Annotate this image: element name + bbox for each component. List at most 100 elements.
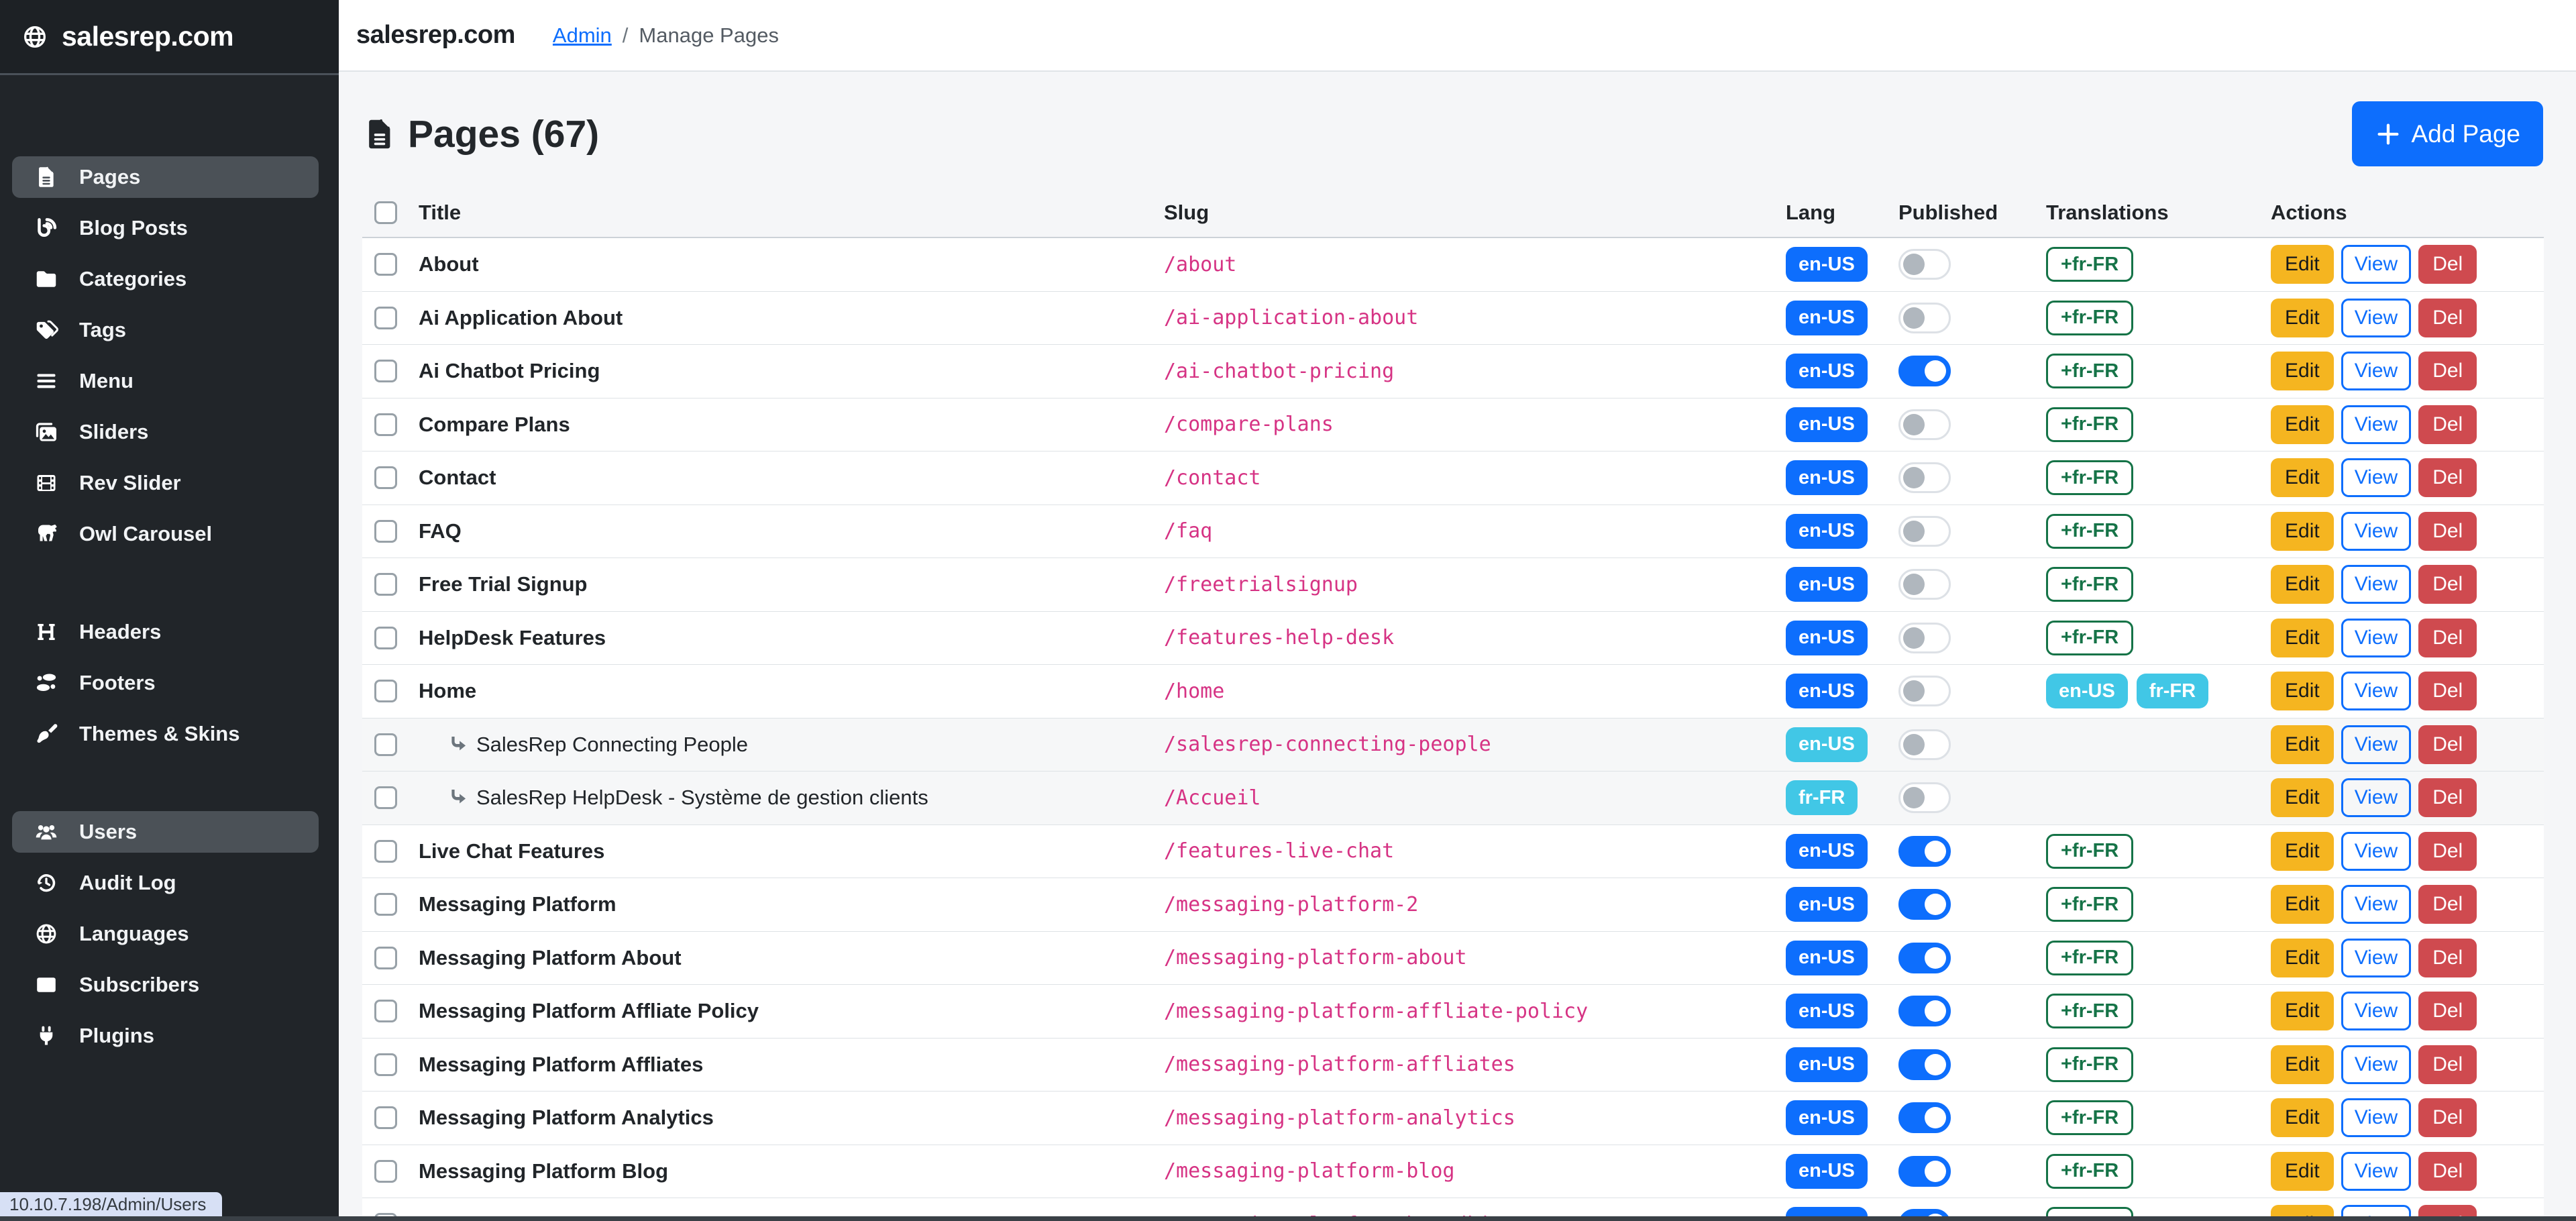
select-all-checkbox[interactable] — [374, 201, 397, 224]
del-button[interactable]: Del — [2418, 619, 2477, 657]
row-checkbox[interactable] — [374, 253, 397, 276]
sidebar-item-sliders[interactable]: Sliders — [12, 411, 319, 453]
translation-badge[interactable]: +fr-FR — [2046, 301, 2133, 335]
sidebar-item-users[interactable]: Users — [12, 811, 319, 853]
published-toggle[interactable] — [1898, 996, 1951, 1026]
del-button[interactable]: Del — [2418, 565, 2477, 604]
view-button[interactable]: View — [2341, 832, 2411, 871]
published-toggle[interactable] — [1898, 782, 1951, 813]
del-button[interactable]: Del — [2418, 512, 2477, 551]
edit-button[interactable]: Edit — [2271, 725, 2334, 764]
sidebar-item-themes-skins[interactable]: Themes & Skins — [12, 713, 319, 755]
row-checkbox[interactable] — [374, 840, 397, 863]
del-button[interactable]: Del — [2418, 1045, 2477, 1084]
view-button[interactable]: View — [2341, 992, 2411, 1030]
view-button[interactable]: View — [2341, 939, 2411, 977]
sidebar-item-tags[interactable]: Tags — [12, 309, 319, 351]
sidebar-logo[interactable]: salesrep.com — [0, 0, 339, 75]
sidebar-item-rev-slider[interactable]: Rev Slider — [12, 462, 319, 504]
row-checkbox[interactable] — [374, 893, 397, 916]
translation-badge[interactable]: +fr-FR — [2046, 1154, 2133, 1189]
row-checkbox[interactable] — [374, 947, 397, 969]
translation-badge[interactable]: +fr-FR — [2046, 1207, 2133, 1216]
del-button[interactable]: Del — [2418, 299, 2477, 337]
published-toggle[interactable] — [1898, 1156, 1951, 1187]
sidebar-item-languages[interactable]: Languages — [12, 913, 319, 955]
breadcrumb-admin-link[interactable]: Admin — [553, 23, 612, 48]
edit-button[interactable]: Edit — [2271, 245, 2334, 284]
sidebar-item-blog-posts[interactable]: Blog Posts — [12, 207, 319, 249]
row-checkbox[interactable] — [374, 627, 397, 649]
published-toggle[interactable] — [1898, 836, 1951, 867]
view-button[interactable]: View — [2341, 619, 2411, 657]
translation-badge[interactable]: +fr-FR — [2046, 567, 2133, 602]
del-button[interactable]: Del — [2418, 885, 2477, 924]
view-button[interactable]: View — [2341, 245, 2411, 284]
edit-button[interactable]: Edit — [2271, 352, 2334, 390]
edit-button[interactable]: Edit — [2271, 512, 2334, 551]
sidebar-item-audit-log[interactable]: Audit Log — [12, 862, 319, 904]
edit-button[interactable]: Edit — [2271, 619, 2334, 657]
del-button[interactable]: Del — [2418, 778, 2477, 817]
edit-button[interactable]: Edit — [2271, 458, 2334, 497]
published-toggle[interactable] — [1898, 1209, 1951, 1216]
view-button[interactable]: View — [2341, 725, 2411, 764]
row-checkbox[interactable] — [374, 786, 397, 809]
del-button[interactable]: Del — [2418, 939, 2477, 977]
row-checkbox[interactable] — [374, 733, 397, 756]
edit-button[interactable]: Edit — [2271, 992, 2334, 1030]
row-checkbox[interactable] — [374, 413, 397, 436]
translation-badge[interactable]: +fr-FR — [2046, 247, 2133, 282]
edit-button[interactable]: Edit — [2271, 1045, 2334, 1084]
sidebar-item-pages[interactable]: Pages — [12, 156, 319, 198]
view-button[interactable]: View — [2341, 1205, 2411, 1216]
row-checkbox[interactable] — [374, 680, 397, 702]
del-button[interactable]: Del — [2418, 992, 2477, 1030]
row-checkbox[interactable] — [374, 1106, 397, 1129]
published-toggle[interactable] — [1898, 516, 1951, 547]
translation-badge[interactable]: +fr-FR — [2046, 887, 2133, 922]
del-button[interactable]: Del — [2418, 672, 2477, 710]
published-toggle[interactable] — [1898, 303, 1951, 333]
del-button[interactable]: Del — [2418, 458, 2477, 497]
row-checkbox[interactable] — [374, 360, 397, 382]
edit-button[interactable]: Edit — [2271, 885, 2334, 924]
edit-button[interactable]: Edit — [2271, 1098, 2334, 1137]
translation-badge[interactable]: +fr-FR — [2046, 460, 2133, 495]
translation-badge[interactable]: +fr-FR — [2046, 994, 2133, 1028]
row-checkbox[interactable] — [374, 520, 397, 543]
edit-button[interactable]: Edit — [2271, 778, 2334, 817]
row-checkbox[interactable] — [374, 307, 397, 329]
published-toggle[interactable] — [1898, 729, 1951, 760]
del-button[interactable]: Del — [2418, 1205, 2477, 1216]
sidebar-item-plugins[interactable]: Plugins — [12, 1015, 319, 1057]
translation-badge[interactable]: +fr-FR — [2046, 354, 2133, 388]
translation-badge[interactable]: +fr-FR — [2046, 1047, 2133, 1082]
edit-button[interactable]: Edit — [2271, 672, 2334, 710]
sidebar-item-menu[interactable]: Menu — [12, 360, 319, 402]
view-button[interactable]: View — [2341, 458, 2411, 497]
published-toggle[interactable] — [1898, 1049, 1951, 1080]
row-checkbox[interactable] — [374, 1160, 397, 1183]
view-button[interactable]: View — [2341, 1098, 2411, 1137]
edit-button[interactable]: Edit — [2271, 1205, 2334, 1216]
row-checkbox[interactable] — [374, 466, 397, 489]
del-button[interactable]: Del — [2418, 352, 2477, 390]
add-page-button[interactable]: Add Page — [2352, 101, 2543, 166]
del-button[interactable]: Del — [2418, 405, 2477, 444]
translation-badge[interactable]: +fr-FR — [2046, 621, 2133, 655]
view-button[interactable]: View — [2341, 1045, 2411, 1084]
row-checkbox[interactable] — [374, 573, 397, 596]
del-button[interactable]: Del — [2418, 245, 2477, 284]
published-toggle[interactable] — [1898, 462, 1951, 493]
edit-button[interactable]: Edit — [2271, 1152, 2334, 1191]
published-toggle[interactable] — [1898, 356, 1951, 386]
translation-badge[interactable]: +fr-FR — [2046, 834, 2133, 869]
sidebar-item-owl-carousel[interactable]: Owl Carousel — [12, 513, 319, 555]
row-checkbox[interactable] — [374, 1053, 397, 1076]
translation-badge[interactable]: +fr-FR — [2046, 407, 2133, 442]
sidebar-item-footers[interactable]: Footers — [12, 662, 319, 704]
sidebar-item-subscribers[interactable]: Subscribers — [12, 964, 319, 1006]
edit-button[interactable]: Edit — [2271, 939, 2334, 977]
view-button[interactable]: View — [2341, 299, 2411, 337]
